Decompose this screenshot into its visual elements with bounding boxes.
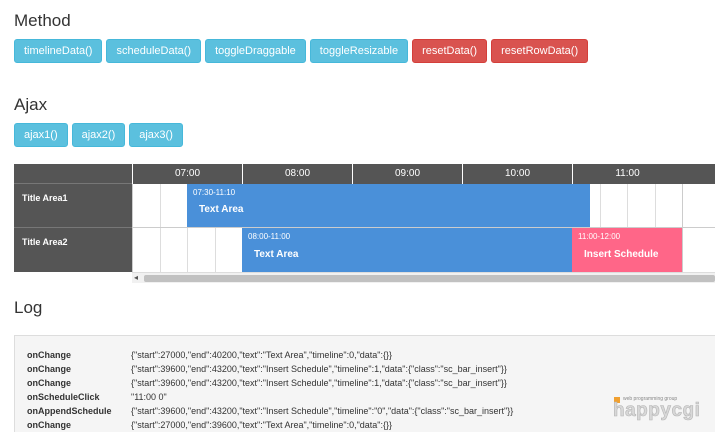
log-event-name: onChange [27,364,71,374]
schedule-bar-text: Text Area [199,204,244,215]
schedule-bar-insert[interactable]: 11:00-12:00 Insert Schedule [572,228,682,272]
toggle-draggable-button[interactable]: toggleDraggable [205,39,306,63]
grid-line [159,184,161,272]
grid-line [682,184,683,272]
scroll-left-arrow-icon[interactable]: ◂ [134,273,138,283]
log-event-detail: {"start":27000,"end":39600,"text":"Text … [131,420,392,430]
log-event-detail: {"start":27000,"end":40200,"text":"Text … [131,350,392,360]
schedule-data-button[interactable]: scheduleData() [106,39,202,63]
happycgi-logo: web programming group happycgi [613,396,713,422]
schedule-widget: Title Area1 Title Area2 07:00 08:00 09:00 1… [14,164,715,283]
timeline-title-area2: Title Area2 [22,237,68,247]
log-event-detail: {"start":39600,"end":43200,"text":"Inser… [131,364,507,374]
logo-wordmark: happycgi [613,400,701,422]
log-panel: onChange {"start":27000,"end":40200,"tex… [14,335,715,432]
log-title: Log [14,298,43,317]
scrollbar-thumb[interactable] [144,275,715,282]
timeline-title-area1: Title Area1 [22,193,68,203]
log-event-name: onChange [27,378,71,388]
ajax1-button[interactable]: ajax1() [14,123,68,147]
hour-label: 07:00 [132,164,242,184]
method-title: Method [14,11,71,30]
timeline-hour-header: 07:00 08:00 09:00 10:00 11:00 [132,164,715,184]
schedule-bar-time: 11:00-12:00 [578,232,621,241]
log-event-name: onChange [27,350,71,360]
timeline-grid[interactable]: 07:00 08:00 09:00 10:00 11:00 07:30-11:10 Tex… [132,164,715,272]
ajax-title: Ajax [14,95,48,114]
hour-label: 09:00 [352,164,462,184]
schedule-bar-time: 07:30-11:10 [193,188,236,197]
schedule-bar-time: 08:00-11:00 [248,232,291,241]
log-event-name: onChange [27,420,71,430]
ajax2-button[interactable]: ajax2() [71,123,126,147]
log-event-detail: {"start":39600,"end":43200,"text":"Inser… [131,406,514,416]
timeline-title-column: Title Area1 Title Area2 [14,164,132,272]
ajax3-button[interactable]: ajax3() [129,123,183,147]
schedule-bar-text: Insert Schedule [584,249,659,260]
schedule-bar[interactable]: 07:30-11:10 Text Area [187,184,591,227]
toggle-resizable-button[interactable]: toggleResizable [309,39,409,63]
schedule-bar[interactable]: 08:00-11:00 Text Area [242,228,572,272]
reset-row-data-button[interactable]: resetRowData() [491,39,589,63]
timeline-horizontal-scrollbar[interactable]: ◂ [132,272,715,283]
log-event-name: onAppendSchedule [27,406,112,416]
hour-label: 10:00 [462,164,572,184]
schedule-bar-text: Text Area [254,249,299,260]
hour-label: 08:00 [242,164,352,184]
timeline-title-header [14,164,132,184]
log-event-detail: "11:00 0" [131,392,167,402]
grid-line [132,184,133,272]
hour-label: 11:00 [572,164,682,184]
log-event-detail: {"start":39600,"end":43200,"text":"Inser… [131,378,507,388]
log-event-name: onScheduleClick [27,392,100,402]
ajax-button-row: ajax1() ajax2() ajax3() [14,123,183,147]
method-button-row: timelineData() scheduleData() toggleDrag… [14,39,589,63]
reset-data-button[interactable]: resetData() [412,39,488,63]
timeline-title-divider [14,227,132,228]
timeline-data-button[interactable]: timelineData() [14,39,103,63]
